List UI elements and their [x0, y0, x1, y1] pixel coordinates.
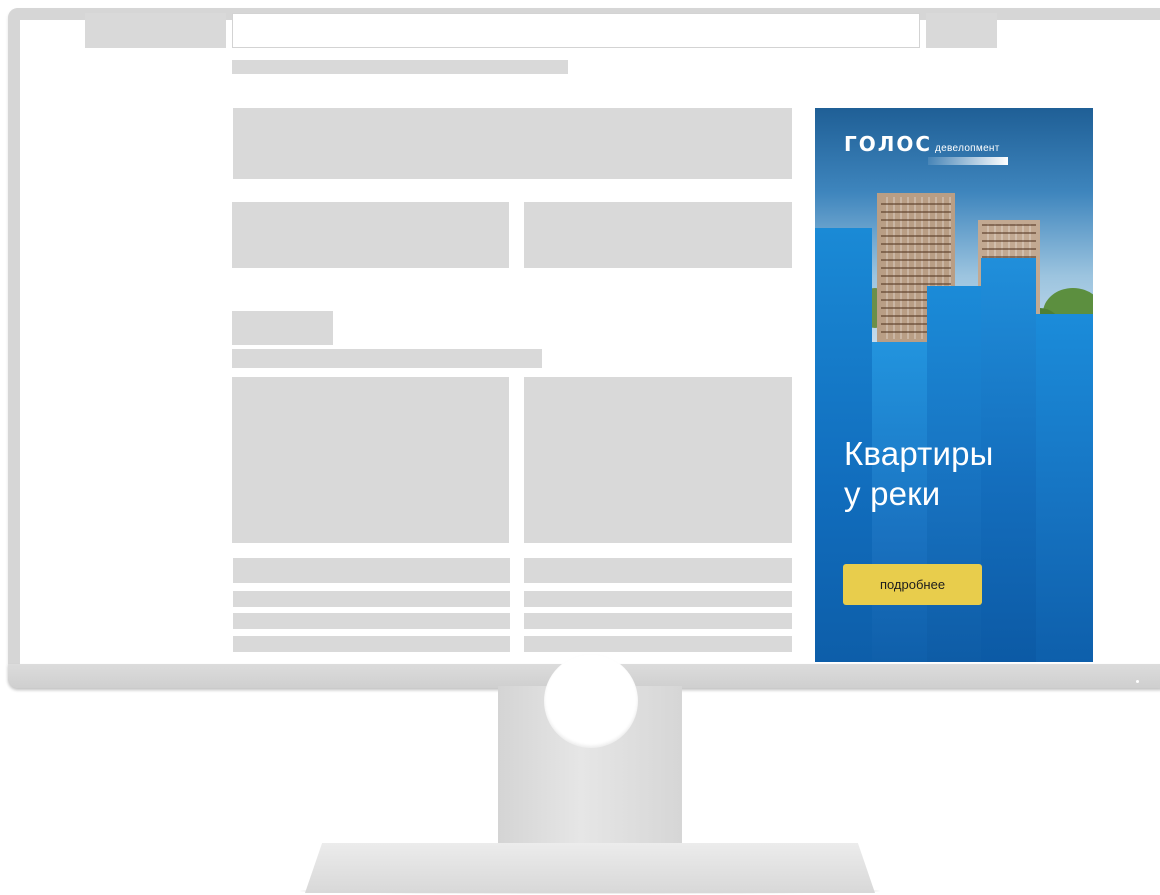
ad-more-button[interactable]: подробнее — [843, 564, 982, 605]
list-item-left-line — [233, 613, 510, 629]
ad-brand-subtitle: девелопмент — [935, 143, 1000, 154]
section-subtitle-placeholder — [232, 349, 542, 368]
monitor-stand-base — [305, 843, 875, 893]
card-left-placeholder[interactable] — [232, 202, 509, 268]
list-item-right-line — [524, 613, 792, 629]
list-item-left-line — [233, 636, 510, 652]
list-item-left-title[interactable] — [233, 558, 510, 583]
list-item-right-line — [524, 636, 792, 652]
ad-banner[interactable]: ГОЛОС девелопмент Квартиры у реки подроб… — [815, 108, 1093, 662]
search-button-placeholder[interactable] — [926, 13, 997, 48]
site-logo-placeholder[interactable] — [85, 13, 226, 48]
list-item-right-line — [524, 591, 792, 607]
ad-headline-line2: у реки — [844, 475, 941, 512]
ad-headline-line1: Квартиры — [844, 435, 994, 472]
card-right-placeholder[interactable] — [524, 202, 792, 268]
breadcrumb-placeholder — [232, 60, 568, 74]
power-indicator-icon — [1136, 680, 1139, 683]
ad-brand-name: ГОЛОС — [844, 132, 933, 156]
ad-brand-logo: ГОЛОС девелопмент — [844, 132, 1000, 156]
section-heading-placeholder — [232, 311, 333, 345]
ad-brand-underline — [928, 157, 1008, 165]
list-item-left-line — [233, 591, 510, 607]
image-left-placeholder[interactable] — [232, 377, 509, 543]
image-right-placeholder[interactable] — [524, 377, 792, 543]
search-input[interactable] — [232, 13, 920, 48]
ad-headline: Квартиры у реки — [844, 434, 1084, 514]
hero-block-placeholder — [233, 108, 792, 179]
list-item-right-title[interactable] — [524, 558, 792, 583]
monitor-stand-cable-hole — [544, 654, 638, 748]
